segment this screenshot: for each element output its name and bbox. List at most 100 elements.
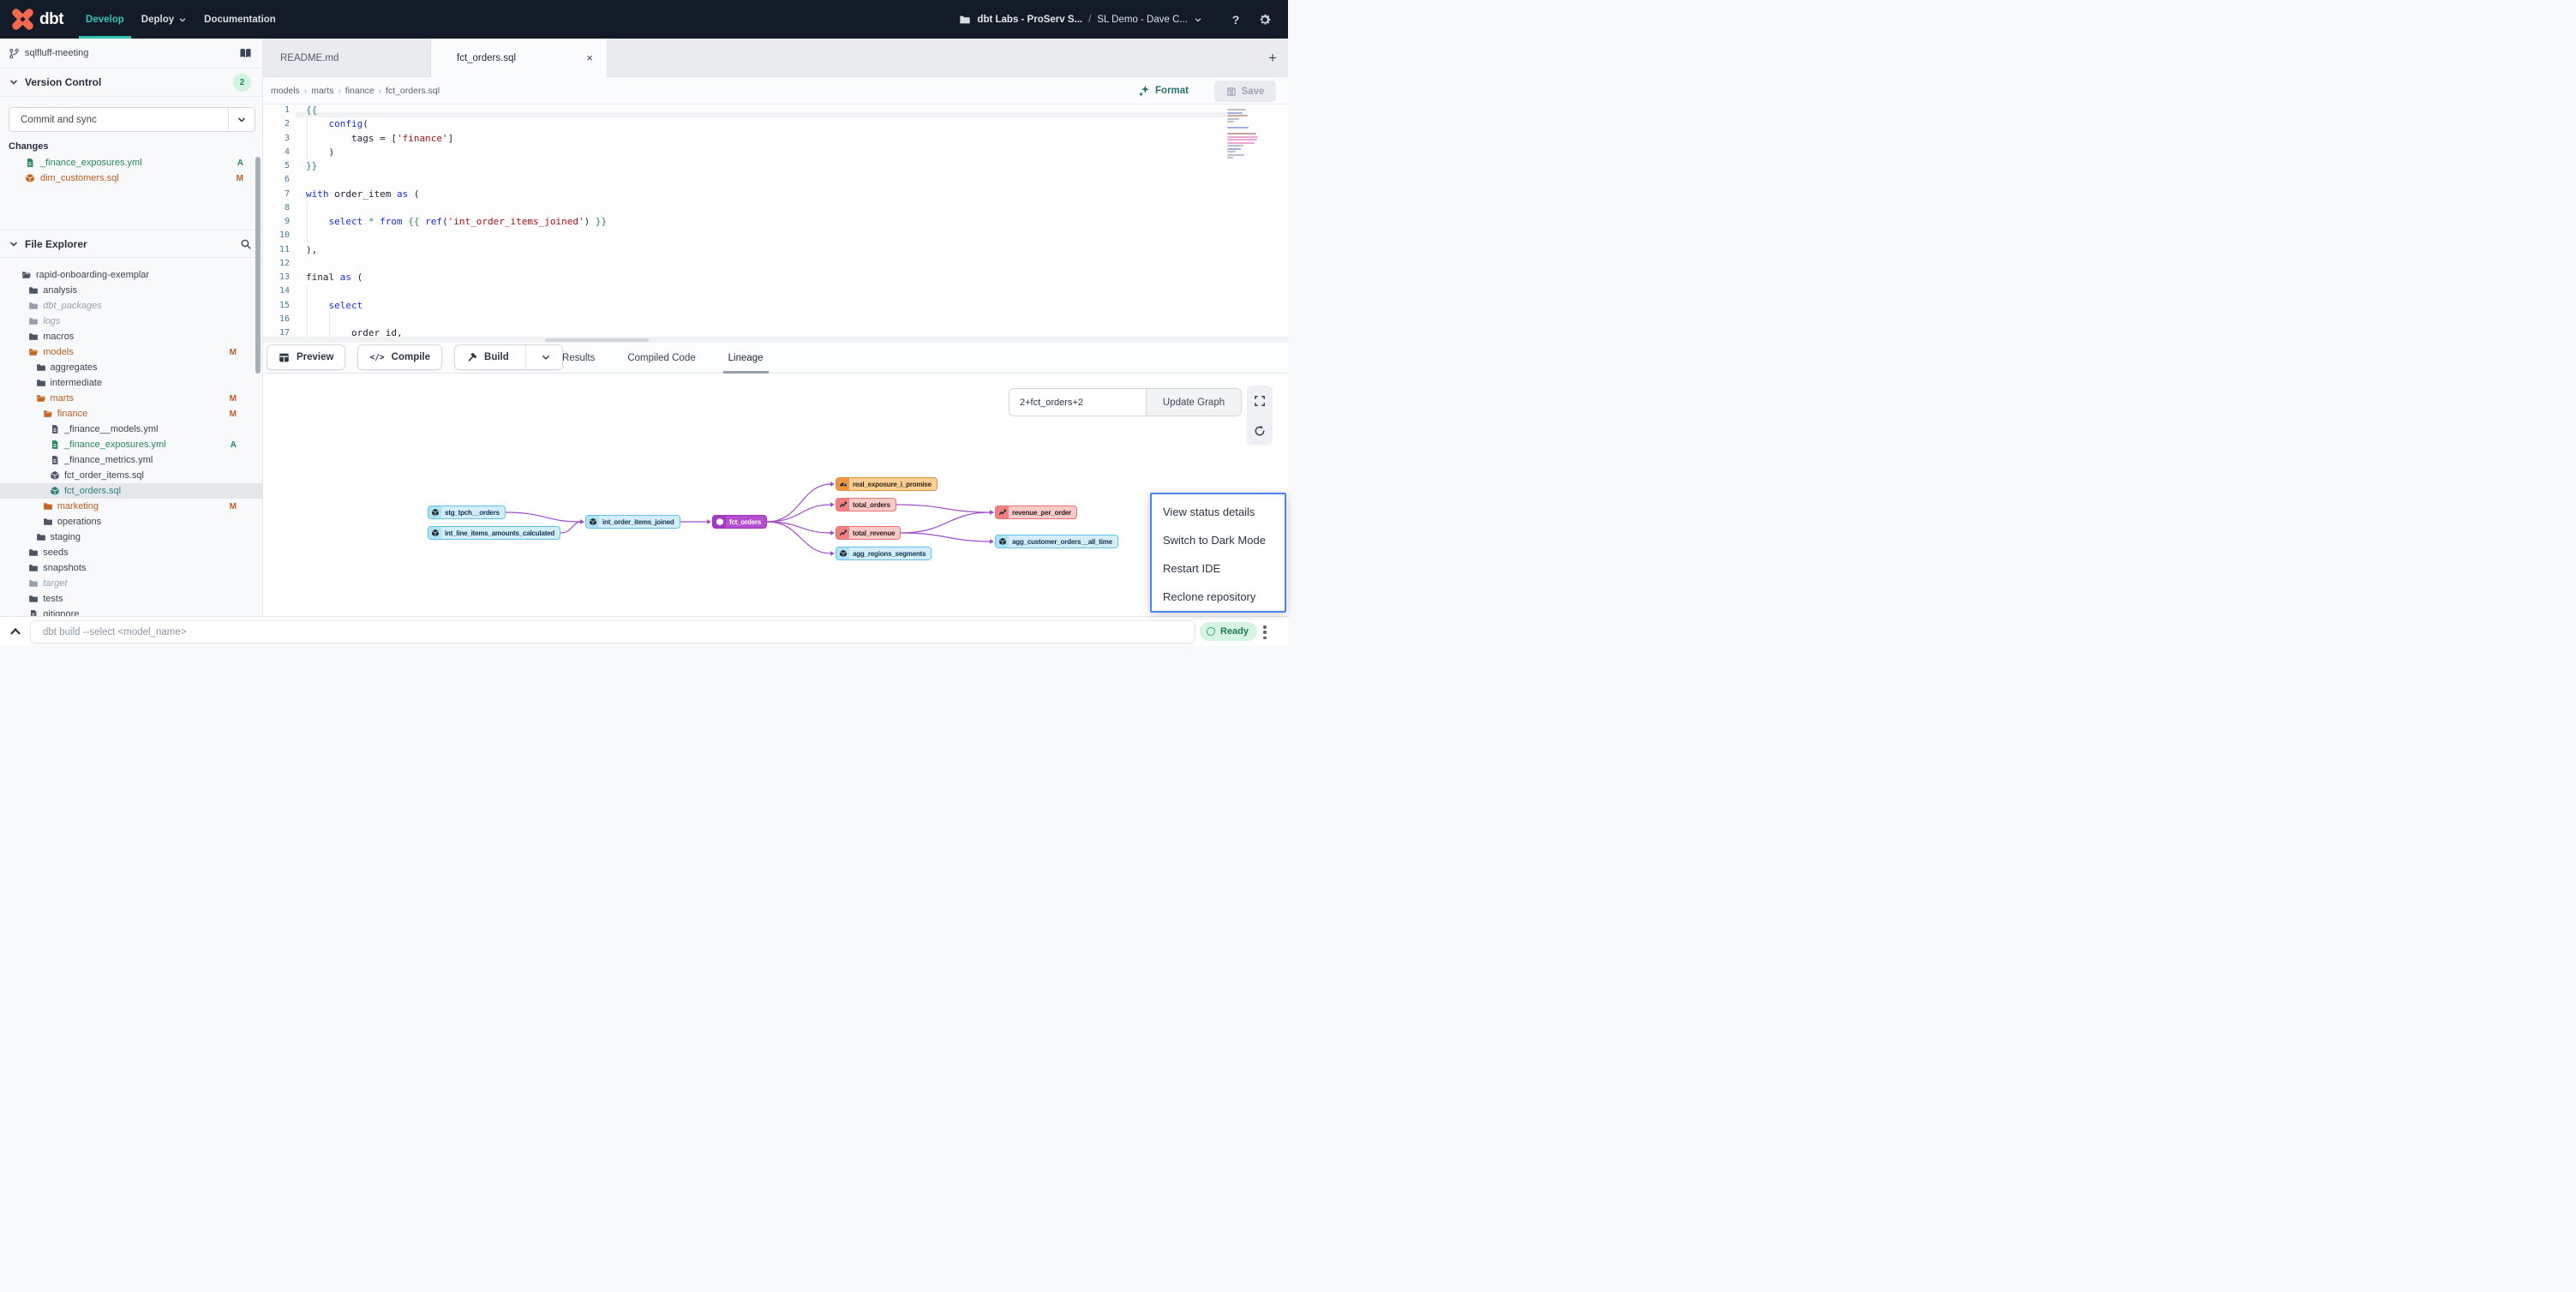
save-button[interactable]: Save	[1214, 81, 1276, 102]
line-number: 16	[263, 313, 290, 326]
tree-item-target[interactable]: target	[0, 576, 262, 591]
line-number: 12	[263, 257, 290, 271]
help-button[interactable]: ?	[1225, 9, 1247, 31]
tree-item-finance[interactable]: financeM	[0, 406, 262, 422]
tree-item-operations[interactable]: operations	[0, 514, 262, 529]
panel-tab-results[interactable]: Results	[557, 343, 600, 374]
lineage-canvas[interactable]: Update Graph stg_tpch__orders int_line_it…	[263, 374, 1288, 616]
tree-item-marketing[interactable]: marketingM	[0, 499, 262, 514]
fullscreen-button[interactable]	[1254, 395, 1266, 407]
command-bar-menu-button[interactable]	[1260, 624, 1270, 641]
status-badge[interactable]: Ready	[1200, 622, 1257, 641]
file-search-button[interactable]	[240, 238, 252, 250]
settings-button[interactable]	[1254, 9, 1276, 31]
menu-item-view-status-details[interactable]: View status details	[1152, 498, 1285, 526]
folder-icon	[28, 594, 39, 604]
tree-item-label: marts	[51, 393, 75, 404]
breadcrumb-finance[interactable]: finance	[345, 86, 374, 96]
lineage-filter-input[interactable]	[1009, 388, 1146, 416]
expand-command-bar-button[interactable]	[9, 625, 22, 638]
dbt-logo[interactable]: dbt	[12, 9, 63, 30]
tree-item-marts[interactable]: martsM	[0, 391, 262, 406]
tree-item-aggregates[interactable]: aggregates	[0, 360, 262, 375]
file-explorer-header[interactable]: File Explorer	[0, 230, 262, 258]
lineage-node-stg_tpch__orders[interactable]: stg_tpch__orders	[428, 505, 506, 519]
code-line: }}	[306, 159, 1219, 173]
update-graph-button[interactable]: Update Graph	[1146, 388, 1242, 416]
panel-tab-lineage[interactable]: Lineage	[723, 343, 769, 374]
line-number: 13	[263, 271, 290, 284]
tree-item-tests[interactable]: tests	[0, 591, 262, 607]
tree-item-_finance_exposures.yml[interactable]: _finance_exposures.ymlA	[0, 437, 262, 452]
tree-item-intermediate[interactable]: intermediate	[0, 375, 262, 391]
tree-item-label: tests	[43, 594, 63, 604]
nav-right: dbt Labs - ProServ S... / SL Demo - Dave…	[959, 0, 1288, 39]
lineage-node-revenue_per_order[interactable]: revenue_per_order	[995, 505, 1077, 519]
lineage-node-agg_customer_orders__all_time[interactable]: agg_customer_orders__all_time	[995, 535, 1118, 548]
tab-readme[interactable]: README.md	[263, 39, 431, 77]
tree-item-dbt_packages[interactable]: dbt_packages	[0, 298, 262, 314]
lineage-node-fct_orders[interactable]: fct_orders	[712, 515, 767, 529]
dbt-command-input[interactable]	[30, 620, 1195, 643]
tree-item-gitignore[interactable]: gitignore	[0, 607, 262, 616]
lineage-node-real_exposure_i_promise[interactable]: real_exposure_i_promise	[836, 477, 938, 491]
code-line: ),	[306, 243, 1219, 257]
lineage-node-int_line_items_amounts_calculated[interactable]: int_line_items_amounts_calculated	[428, 526, 560, 540]
tree-item-rapid-onboarding-exemplar[interactable]: rapid-onboarding-exemplar	[0, 267, 262, 283]
reset-view-button[interactable]	[1254, 425, 1266, 437]
preview-button[interactable]: Preview	[267, 344, 345, 370]
tree-item-fct_order_items.sql[interactable]: fct_order_items.sql	[0, 468, 262, 483]
nav-item-deploy[interactable]: Deploy	[133, 0, 195, 39]
compile-button[interactable]: </>Compile	[357, 344, 442, 370]
lineage-node-int_order_items_joined[interactable]: int_order_items_joined	[585, 515, 680, 529]
lineage-node-agg_regions_segments[interactable]: agg_regions_segments	[836, 547, 932, 560]
tree-item-_finance_metrics.yml[interactable]: _finance_metrics.yml	[0, 452, 262, 468]
changed-file-row[interactable]: _finance_exposures.ymlA	[0, 155, 262, 170]
button-divider	[525, 344, 526, 370]
version-control-header[interactable]: Version Control 2	[0, 69, 262, 97]
breadcrumb-models[interactable]: models	[271, 86, 300, 96]
code-line	[306, 284, 1219, 298]
tree-item-macros[interactable]: macros	[0, 329, 262, 344]
tree-item-fct_orders.sql[interactable]: fct_orders.sql	[0, 483, 262, 499]
account-switcher[interactable]: dbt Labs - ProServ S... / SL Demo - Dave…	[959, 14, 1202, 26]
new-tab-button[interactable]: +	[1268, 39, 1277, 77]
lineage-node-total_revenue[interactable]: total_revenue	[836, 526, 901, 540]
tree-item-models[interactable]: modelsM	[0, 344, 262, 360]
code-editor[interactable]: 1234567891011121314151617 {{ config( tag…	[263, 105, 1288, 337]
tree-item-logs[interactable]: logs	[0, 314, 262, 329]
docs-button[interactable]	[239, 48, 252, 59]
build-options-button[interactable]	[533, 352, 551, 362]
menu-item-switch-to-dark-mode[interactable]: Switch to Dark Mode	[1152, 526, 1285, 554]
tree-item-staging[interactable]: staging	[0, 529, 262, 545]
panel-tab-compiled-code[interactable]: Compiled Code	[622, 343, 700, 374]
lineage-node-label: int_line_items_amounts_calculated	[441, 527, 560, 539]
lineage-node-total_orders[interactable]: total_orders	[836, 498, 896, 511]
nav-item-label: Deploy	[141, 15, 174, 25]
line-number: 9	[263, 215, 290, 229]
folder-icon	[43, 501, 53, 511]
changed-file-row[interactable]: dim_customers.sqlM	[0, 170, 262, 186]
breadcrumb-marts[interactable]: marts	[311, 86, 333, 96]
hscrollbar-thumb[interactable]	[545, 338, 649, 342]
format-button[interactable]: Format	[1138, 77, 1189, 105]
file-tree-scrollbar[interactable]	[255, 157, 261, 374]
breadcrumb-fct_orders.sql[interactable]: fct_orders.sql	[386, 86, 440, 96]
menu-item-restart-ide[interactable]: Restart IDE	[1152, 554, 1285, 583]
tab-fct-orders[interactable]: fct_orders.sql ×	[431, 39, 607, 77]
folder-open-icon	[21, 270, 32, 280]
tree-item-snapshots[interactable]: snapshots	[0, 560, 262, 576]
editor-hscrollbar[interactable]	[263, 337, 1288, 343]
menu-item-reclone-repository[interactable]: Reclone repository	[1152, 583, 1285, 611]
minimap[interactable]	[1227, 109, 1261, 169]
tree-item-_finance__models.yml[interactable]: _finance__models.yml	[0, 422, 262, 437]
tree-item-analysis[interactable]: analysis	[0, 283, 262, 298]
commit-options-button[interactable]	[228, 108, 255, 131]
close-icon[interactable]: ×	[586, 51, 593, 64]
nav-item-develop[interactable]: Develop	[77, 0, 133, 39]
commit-and-sync-button[interactable]: Commit and sync	[9, 107, 255, 132]
tree-item-seeds[interactable]: seeds	[0, 545, 262, 560]
git-branch-row[interactable]: sqlfluff-meeting	[0, 39, 262, 69]
nav-item-documentation[interactable]: Documentation	[195, 0, 285, 39]
build-button[interactable]: Build	[454, 344, 563, 370]
